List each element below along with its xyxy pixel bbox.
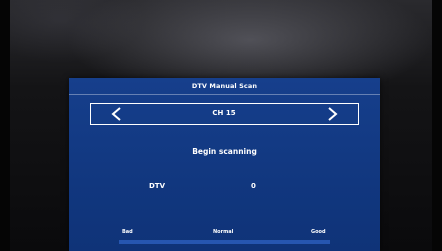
- dtv-label: DTV: [149, 182, 166, 190]
- begin-scanning-button[interactable]: Begin scanning: [69, 147, 380, 156]
- dialog-title: DTV Manual Scan: [191, 82, 258, 90]
- dtv-manual-scan-dialog: DTV Manual Scan CH 15 Begin scanning DTV…: [69, 78, 380, 251]
- dtv-count: 0: [251, 182, 256, 190]
- chevron-right-icon[interactable]: [326, 106, 340, 122]
- signal-good-label: Good: [311, 229, 326, 235]
- signal-normal-label: Normal: [213, 229, 234, 235]
- signal-bad-label: Bad: [122, 229, 133, 235]
- signal-strength-bar: [119, 240, 330, 244]
- channel-value: CH 15: [212, 109, 236, 117]
- channel-selector[interactable]: CH 15: [90, 103, 359, 125]
- title-divider: [69, 94, 380, 95]
- tv-bezel-left: [0, 0, 10, 251]
- tv-bezel-right: [432, 0, 442, 251]
